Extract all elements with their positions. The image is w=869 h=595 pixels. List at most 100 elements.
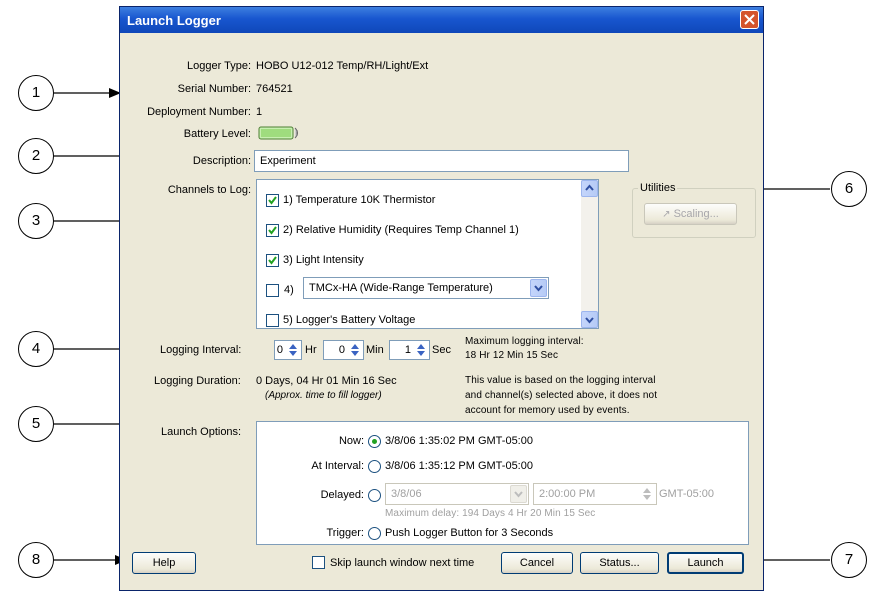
cancel-button[interactable]: Cancel [501, 552, 573, 574]
interval-seconds-value: 1 [404, 344, 411, 356]
launch-trigger-label: Trigger: [326, 527, 365, 539]
interval-hours-value: 0 [276, 344, 283, 356]
seconds-unit: Sec [432, 344, 451, 356]
channel-3-label: 3) Light Intensity [283, 254, 364, 266]
duration-note-line-2: and channel(s) selected above, it does n… [465, 390, 658, 401]
skip-launch-checkbox[interactable] [312, 556, 325, 569]
hours-unit: Hr [305, 344, 317, 356]
callout-7: 7 [831, 542, 867, 578]
scroll-down-button[interactable] [581, 311, 598, 328]
callout-4: 4 [18, 331, 54, 367]
channel-1-label: 1) Temperature 10K Thermistor [283, 194, 436, 206]
max-interval-value: 18 Hr 12 Min 15 Sec [465, 350, 559, 361]
description-value: Experiment [260, 155, 316, 167]
launch-logger-dialog: Launch Logger Logger Type: HOBO U12-012 … [119, 6, 764, 591]
utilities-label: Utilities [638, 182, 678, 194]
launch-delayed-radio[interactable] [368, 489, 381, 502]
interval-seconds-spinner[interactable]: 1 [389, 340, 430, 360]
launch-trigger-value: Push Logger Button for 3 Seconds [385, 527, 554, 539]
callout-6: 6 [831, 171, 867, 207]
title-bar[interactable]: Launch Logger [120, 7, 763, 33]
interval-hours-spinner[interactable]: 0 [274, 340, 302, 360]
launch-at-interval-radio[interactable] [368, 460, 381, 473]
logging-duration-label: Logging Duration: [154, 375, 241, 387]
launch-trigger-radio[interactable] [368, 527, 381, 540]
minutes-unit: Min [366, 344, 384, 356]
description-field[interactable]: Experiment [254, 150, 629, 172]
close-button[interactable] [740, 10, 759, 29]
launch-now-radio[interactable] [368, 435, 381, 448]
channel-5-checkbox[interactable] [266, 314, 279, 327]
launch-now-label: Now: [338, 435, 364, 447]
logger-type-value: HOBO U12-012 Temp/RH/Light/Ext [256, 60, 429, 72]
spinner-arrows-icon[interactable] [348, 342, 362, 358]
channels-scrollbar[interactable] [581, 180, 598, 328]
description-label: Description: [192, 155, 251, 167]
channels-list[interactable]: 1) Temperature 10K Thermistor 2) Relativ… [256, 179, 599, 329]
channel-2-label: 2) Relative Humidity (Requires Temp Chan… [283, 224, 519, 236]
max-interval-label: Maximum logging interval: [465, 336, 584, 347]
logging-duration-approx: (Approx. time to fill logger) [265, 390, 382, 401]
close-icon [744, 14, 755, 25]
scaling-button[interactable]: ↗ Scaling... [644, 203, 737, 225]
scroll-up-button[interactable] [581, 180, 598, 197]
duration-note-line-3: account for memory used by events. [465, 405, 630, 416]
interval-minutes-spinner[interactable]: 0 [323, 340, 364, 360]
launch-at-interval-label: At Interval: [311, 460, 364, 472]
launch-options-panel: Now: 3/8/06 1:35:02 PM GMT-05:00 At Inte… [256, 421, 749, 545]
spinner-arrows-icon[interactable] [640, 486, 654, 502]
channel-4-sensor-select[interactable]: TMCx-HA (Wide-Range Temperature) [303, 277, 549, 299]
delayed-time-spinner[interactable]: 2:00:00 PM [533, 483, 657, 505]
chevron-down-icon [514, 491, 523, 498]
delayed-date-value: 3/8/06 [391, 488, 422, 500]
spinner-arrows-icon[interactable] [286, 342, 300, 358]
chevron-down-icon [534, 285, 543, 292]
deployment-number-label: Deployment Number: [147, 106, 251, 118]
battery-icon [258, 126, 298, 140]
deployment-number-value: 1 [256, 106, 263, 118]
launch-at-interval-value: 3/8/06 1:35:12 PM GMT-05:00 [385, 460, 533, 472]
chevron-down-icon [585, 317, 594, 324]
callout-2: 2 [18, 138, 54, 174]
channel-5-label: 5) Logger's Battery Voltage [283, 314, 416, 326]
callout-1: 1 [18, 75, 54, 111]
channel-1-checkbox[interactable] [266, 194, 279, 207]
scaling-icon: ↗ [662, 209, 671, 220]
launch-now-value: 3/8/06 1:35:02 PM GMT-05:00 [385, 435, 533, 447]
status-button[interactable]: Status... [580, 552, 659, 574]
serial-number-value: 764521 [256, 83, 293, 95]
skip-launch-label: Skip launch window next time [330, 557, 475, 569]
channel-4-checkbox[interactable] [266, 284, 279, 297]
interval-minutes-value: 0 [338, 344, 345, 356]
checkmark-icon [268, 256, 277, 265]
logger-type-label: Logger Type: [186, 60, 251, 72]
battery-level-label: Battery Level: [183, 128, 251, 140]
dropdown-button[interactable] [510, 485, 527, 503]
checkmark-icon [268, 196, 277, 205]
delayed-date-select[interactable]: 3/8/06 [385, 483, 529, 505]
dropdown-button[interactable] [530, 279, 547, 297]
launch-options-label: Launch Options: [161, 426, 242, 438]
max-delay-note: Maximum delay: 194 Days 4 Hr 20 Min 15 S… [385, 508, 596, 519]
logging-duration-value: 0 Days, 04 Hr 01 Min 16 Sec [256, 375, 397, 387]
callout-3: 3 [18, 203, 54, 239]
checkmark-icon [268, 226, 277, 235]
launch-button[interactable]: Launch [667, 552, 744, 574]
help-button[interactable]: Help [132, 552, 196, 574]
channel-4-label: 4) [284, 284, 294, 296]
launch-delayed-label: Delayed: [320, 489, 364, 501]
chevron-up-icon [585, 184, 594, 191]
callout-5: 5 [18, 406, 54, 442]
channel-3-checkbox[interactable] [266, 254, 279, 267]
scaling-button-label: Scaling... [673, 208, 719, 220]
window-title: Launch Logger [127, 13, 221, 28]
channels-label: Channels to Log: [167, 184, 251, 196]
logging-interval-label: Logging Interval: [160, 344, 242, 356]
duration-note-line-1: This value is based on the logging inter… [465, 375, 656, 386]
channel-2-checkbox[interactable] [266, 224, 279, 237]
delayed-time-value: 2:00:00 PM [539, 488, 596, 500]
delayed-timezone: GMT-05:00 [659, 488, 715, 500]
callout-8: 8 [18, 542, 54, 578]
serial-number-label: Serial Number: [177, 83, 251, 95]
spinner-arrows-icon[interactable] [414, 342, 428, 358]
